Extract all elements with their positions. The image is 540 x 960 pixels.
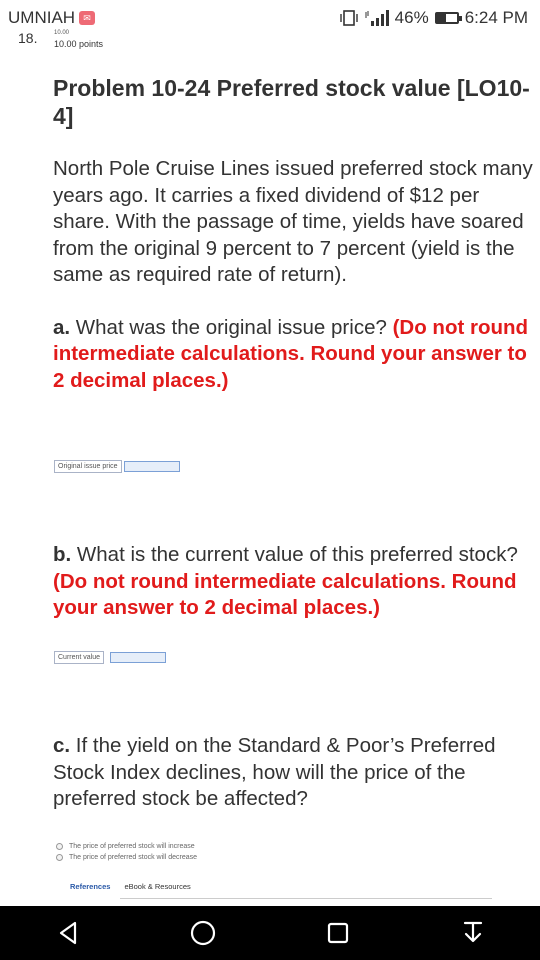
vibrate-icon <box>339 10 358 26</box>
back-icon <box>59 921 76 945</box>
current-value-input[interactable] <box>110 652 167 663</box>
references-bar: References eBook & Resources <box>70 882 191 891</box>
part-a-text: What was the original issue price? <box>70 315 393 339</box>
recents-button[interactable] <box>316 911 360 955</box>
option-label: The price of preferred stock will decrea… <box>69 854 197 861</box>
part-c-text: If the yield on the Standard & Poor’s Pr… <box>53 734 496 810</box>
part-a-question: a. What was the original issue price? (D… <box>53 315 533 395</box>
current-value-label: Current value <box>54 651 105 664</box>
radio-button[interactable] <box>56 854 63 861</box>
question-number: 18. <box>18 30 38 46</box>
part-b-letter: b. <box>53 543 72 566</box>
carrier-name: UMNIAH <box>8 8 76 27</box>
part-c-content: c. If the yield on the Standard & Poor’s… <box>53 733 533 813</box>
part-a-letter: a. <box>53 315 71 339</box>
ebook-resources-link[interactable]: eBook & Resources <box>124 882 190 891</box>
references-divider <box>120 898 492 899</box>
problem-title: Problem 10-24 Preferred stock value [LO1… <box>53 75 530 129</box>
part-c-letter: c. <box>53 734 71 757</box>
original-issue-price-label: Original issue price <box>54 460 122 473</box>
part-b-instruction: (Do not round intermediate calculations.… <box>53 569 517 620</box>
original-issue-price-row: Original issue price <box>54 460 180 473</box>
part-b-content: b. What is the current value of this pre… <box>53 542 533 622</box>
battery-percent: 46% <box>394 8 429 27</box>
notification-pull-icon <box>463 921 482 943</box>
part-c-options: The price of preferred stock will increa… <box>56 841 197 863</box>
problem-intro: North Pole Cruise Lines issued preferred… <box>53 157 533 286</box>
mail-badge-icon: ✉ <box>79 11 96 25</box>
back-button[interactable] <box>46 911 90 955</box>
navigation-bar <box>0 906 540 960</box>
part-c-question: c. If the yield on the Standard & Poor’s… <box>53 733 533 813</box>
current-value-row: Current value <box>54 651 167 664</box>
notification-pull-button[interactable] <box>451 911 495 955</box>
carrier: UMNIAH ✉ <box>8 8 96 28</box>
home-icon <box>190 920 215 946</box>
status-icons: 46% 6:24 PM <box>339 8 528 28</box>
question-points: 10.00 points <box>54 39 104 49</box>
question-meta: 10.00 <box>54 30 70 36</box>
option-increase[interactable]: The price of preferred stock will increa… <box>56 841 197 852</box>
battery-icon <box>434 12 462 24</box>
part-b-text: What is the current value of this prefer… <box>71 543 518 566</box>
part-b-question: b. What is the current value of this pre… <box>53 542 533 622</box>
clock: 6:24 PM <box>464 8 528 27</box>
signal-icon <box>365 10 389 26</box>
original-issue-price-input[interactable] <box>123 461 180 472</box>
problem-content: Problem 10-24 Preferred stock value [LO1… <box>53 74 533 394</box>
option-decrease[interactable]: The price of preferred stock will decrea… <box>56 852 197 863</box>
recents-icon <box>327 922 348 944</box>
option-label: The price of preferred stock will increa… <box>69 843 195 850</box>
status-bar: UMNIAH ✉ 46% 6:24 PM <box>0 0 540 36</box>
references-link[interactable]: References <box>70 882 110 891</box>
home-button[interactable] <box>181 911 225 955</box>
radio-button[interactable] <box>56 843 63 850</box>
